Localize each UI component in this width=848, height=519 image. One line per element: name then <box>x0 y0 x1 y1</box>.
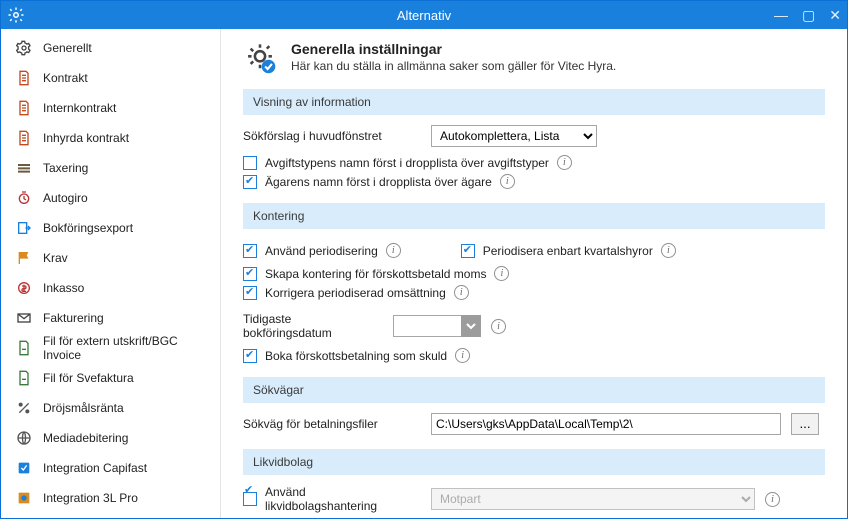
likvidbolag-select[interactable]: Motpart <box>431 488 755 510</box>
sidebar-item-label: Bokföringsexport <box>43 221 133 235</box>
sidebar-item-inhyrda-kontrakt[interactable]: Inhyrda kontrakt <box>1 123 220 153</box>
section-visning: Visning av information <box>243 89 825 115</box>
info-icon[interactable]: i <box>386 243 401 258</box>
sidebar-item-label: Taxering <box>43 161 88 175</box>
chk-likvidbolag[interactable] <box>243 492 257 506</box>
document-icon <box>15 129 33 147</box>
sidebar-item-label: Fakturering <box>43 311 104 325</box>
sidebar-item-label: Krav <box>43 251 68 265</box>
content-area: Generella inställningar Här kan du ställ… <box>221 29 847 518</box>
sidebar-item-fil-extern-utskrift[interactable]: Fil för extern utskrift/BGC Invoice <box>1 333 220 363</box>
sidebar-item-label: Inhyrda kontrakt <box>43 131 129 145</box>
sidebar-item-label: Internkontrakt <box>43 101 116 115</box>
page-subtitle: Här kan du ställa in allmänna saker som … <box>291 59 616 73</box>
file-icon <box>15 369 33 387</box>
earliest-date-label: Tidigaste bokföringsdatum <box>243 312 383 340</box>
sidebar: Generellt Kontrakt Internkontrakt Inhyrd… <box>1 29 221 518</box>
sidebar-item-integration-capifast[interactable]: Integration Capifast <box>1 453 220 483</box>
sidebar-item-fil-svefaktura[interactable]: Fil för Svefaktura <box>1 363 220 393</box>
sidebar-item-bokforingsexport[interactable]: Bokföringsexport <box>1 213 220 243</box>
chk-forskottsbetald[interactable] <box>243 267 257 281</box>
sidebar-item-label: Dröjsmålsränta <box>43 401 124 415</box>
integration-icon <box>15 459 33 477</box>
integration-icon <box>15 489 33 507</box>
sidebar-item-label: Integration 3L Pro <box>43 491 138 505</box>
chk-avgiftstypens-label: Avgiftstypens namn först i dropplista öv… <box>265 156 549 170</box>
sidebar-item-krav[interactable]: Krav <box>1 243 220 273</box>
close-button[interactable]: ✕ <box>829 7 841 24</box>
sidebar-item-label: Autogiro <box>43 191 88 205</box>
search-suggestions-label: Sökförslag i huvudfönstret <box>243 129 421 143</box>
chk-korrigera[interactable] <box>243 286 257 300</box>
export-icon <box>15 219 33 237</box>
chk-likvidbolag-label: Använd likvidbolagshantering <box>265 485 421 513</box>
info-icon[interactable]: i <box>491 319 506 334</box>
maximize-button[interactable]: ▢ <box>802 7 815 24</box>
app-icon <box>7 6 25 24</box>
search-suggestions-select[interactable]: Autokomplettera, Lista <box>431 125 597 147</box>
sidebar-item-label: Fil för Svefaktura <box>43 371 134 385</box>
sidebar-item-label: Mediadebitering <box>43 431 128 445</box>
chk-kvartal[interactable] <box>461 244 475 258</box>
info-icon[interactable]: i <box>500 174 515 189</box>
file-icon <box>15 339 33 357</box>
money-icon <box>15 279 33 297</box>
gear-icon <box>15 39 33 57</box>
sidebar-item-label: Inkasso <box>43 281 84 295</box>
info-icon[interactable]: i <box>454 285 469 300</box>
section-kontering: Kontering <box>243 203 825 229</box>
browse-button[interactable]: ... <box>791 413 819 435</box>
info-icon[interactable]: i <box>455 348 470 363</box>
document-icon <box>15 99 33 117</box>
earliest-date-input[interactable] <box>393 315 461 337</box>
section-likvidbolag: Likvidbolag <box>243 449 825 475</box>
info-icon[interactable]: i <box>494 266 509 281</box>
sidebar-item-mediadebitering[interactable]: Mediadebitering <box>1 423 220 453</box>
section-sokvagar: Sökvägar <box>243 377 825 403</box>
sidebar-item-internkontrakt[interactable]: Internkontrakt <box>1 93 220 123</box>
sidebar-item-label: Kontrakt <box>43 71 88 85</box>
earliest-date-dropdown[interactable] <box>461 315 481 337</box>
sidebar-item-fakturering[interactable]: Fakturering <box>1 303 220 333</box>
info-icon[interactable]: i <box>661 243 676 258</box>
percent-icon <box>15 399 33 417</box>
window-title: Alternativ <box>1 8 847 23</box>
chk-boka-skuld-label: Boka förskottsbetalning som skuld <box>265 349 447 363</box>
sidebar-item-kontrakt[interactable]: Kontrakt <box>1 63 220 93</box>
envelope-icon <box>15 309 33 327</box>
chk-boka-skuld[interactable] <box>243 349 257 363</box>
sidebar-item-label: Fil för extern utskrift/BGC Invoice <box>43 334 210 362</box>
chk-kvartal-label: Periodisera enbart kvartalshyror <box>483 244 653 258</box>
chk-periodisering-label: Använd periodisering <box>265 244 378 258</box>
flag-icon <box>15 249 33 267</box>
clock-icon <box>15 189 33 207</box>
gear-check-icon <box>243 41 277 75</box>
minimize-button[interactable]: — <box>774 7 788 23</box>
chk-periodisering[interactable] <box>243 244 257 258</box>
page-title: Generella inställningar <box>291 41 616 57</box>
payment-path-label: Sökväg för betalningsfiler <box>243 417 421 431</box>
chk-avgiftstypens[interactable] <box>243 156 257 170</box>
payment-path-input[interactable] <box>431 413 781 435</box>
info-icon[interactable]: i <box>557 155 572 170</box>
sidebar-item-label: Generellt <box>43 41 92 55</box>
sidebar-item-inkasso[interactable]: Inkasso <box>1 273 220 303</box>
sidebar-item-label: Integration Capifast <box>43 461 147 475</box>
stack-icon <box>15 159 33 177</box>
sidebar-item-integration-3l-pro[interactable]: Integration 3L Pro <box>1 483 220 513</box>
title-bar: Alternativ — ▢ ✕ <box>1 1 847 29</box>
globe-icon <box>15 429 33 447</box>
info-icon[interactable]: i <box>765 492 780 507</box>
sidebar-item-generellt[interactable]: Generellt <box>1 33 220 63</box>
sidebar-item-taxering[interactable]: Taxering <box>1 153 220 183</box>
chk-agarens-label: Ägarens namn först i dropplista över äga… <box>265 175 492 189</box>
chk-korrigera-label: Korrigera periodiserad omsättning <box>265 286 446 300</box>
sidebar-item-autogiro[interactable]: Autogiro <box>1 183 220 213</box>
sidebar-item-drojsmalsranta[interactable]: Dröjsmålsränta <box>1 393 220 423</box>
chk-forskottsbetald-label: Skapa kontering för förskottsbetald moms <box>265 267 486 281</box>
document-icon <box>15 69 33 87</box>
chk-agarens[interactable] <box>243 175 257 189</box>
